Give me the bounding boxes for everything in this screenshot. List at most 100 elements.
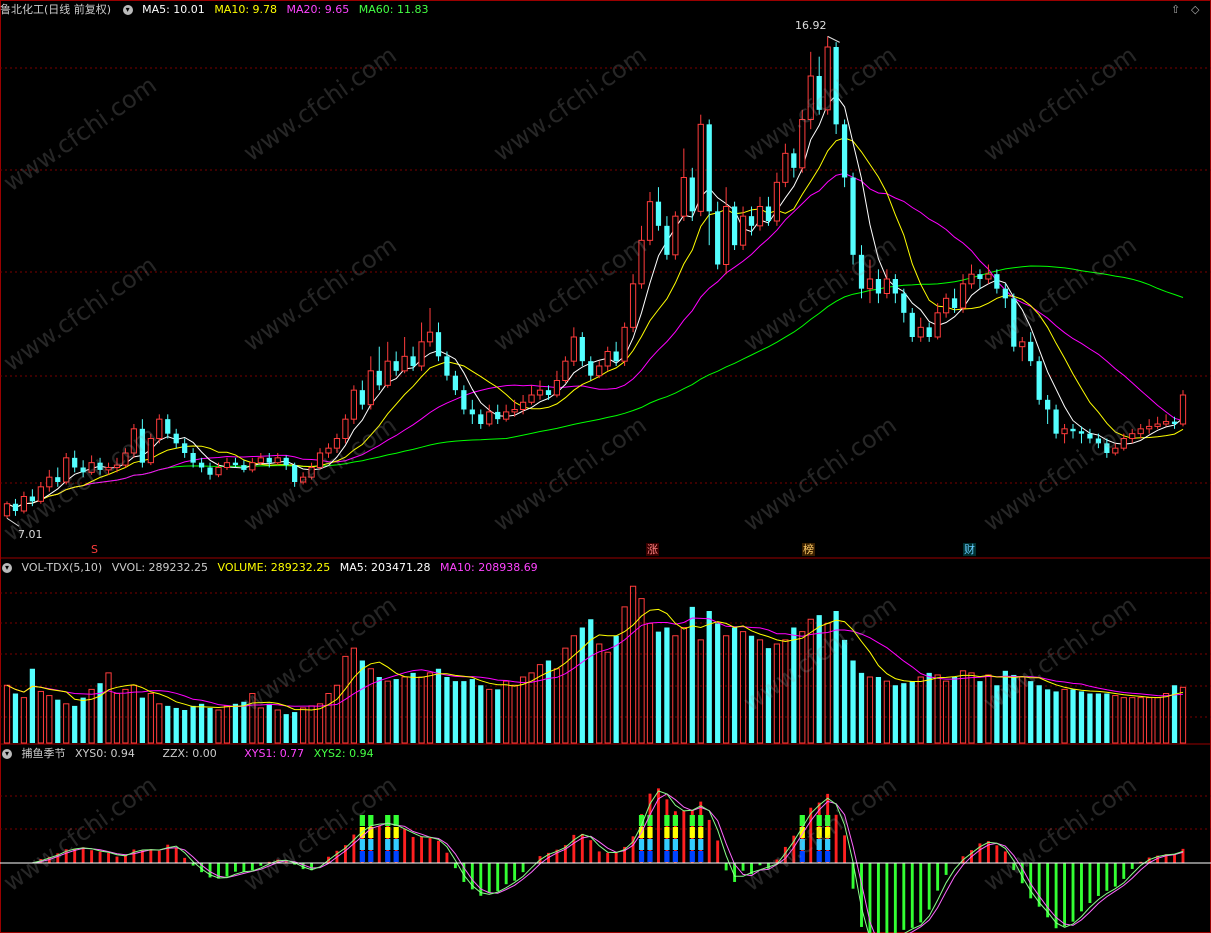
volume-bar: [503, 680, 510, 744]
candle-body: [782, 152, 789, 183]
stock-chart[interactable]: [0, 0, 1211, 933]
candle-body: [553, 380, 561, 396]
volume-bar: [1179, 686, 1187, 744]
indicator-block: [689, 815, 695, 826]
stock-title: 鲁北化工(日线 前复权): [0, 3, 112, 16]
indicator-block: [816, 815, 822, 826]
candle-body: [1171, 421, 1178, 424]
candle-body: [664, 225, 670, 255]
volume-bar: [629, 585, 637, 744]
candle-body: [1179, 394, 1187, 425]
candle-body: [207, 467, 213, 475]
candle-body: [866, 278, 874, 290]
candle-body: [934, 312, 941, 338]
indicator-block: [825, 827, 831, 838]
ma60-readout: MA60: 11.83: [358, 3, 429, 16]
indicator-toggle-icon[interactable]: ▾: [2, 749, 12, 759]
zhang-marker[interactable]: 涨: [646, 543, 659, 556]
volume-bar: [917, 676, 924, 744]
ma10-readout: MA10: 9.78: [214, 3, 278, 16]
volume-bar: [12, 693, 19, 743]
candle-body: [715, 211, 721, 265]
bang-marker[interactable]: 榜: [802, 543, 815, 556]
volume-bar: [664, 627, 670, 743]
candle-body: [435, 332, 442, 357]
caibao-marker[interactable]: 财: [963, 543, 976, 556]
candle-body: [165, 419, 171, 434]
ma5-readout: MA5: 10.01: [142, 3, 205, 16]
volume-bar: [994, 685, 1000, 743]
volume-bar: [706, 611, 712, 743]
candle-body: [20, 496, 28, 512]
candle-body: [994, 274, 1000, 289]
indicator-block: [664, 815, 670, 826]
indicator-block: [698, 851, 704, 862]
volume-bar: [680, 627, 687, 744]
diamond-icon[interactable]: ◇: [1191, 3, 1199, 16]
candle-body: [655, 201, 662, 226]
candle-body: [1095, 438, 1102, 444]
vol-ma5-readout: MA5: 203471.28: [339, 561, 431, 574]
indicator-block: [638, 851, 645, 862]
candle-body: [588, 361, 594, 376]
volume-toggle-icon[interactable]: ▾: [2, 563, 12, 573]
volume-bar: [190, 705, 196, 743]
candle-body: [1036, 361, 1042, 400]
candle-body: [384, 360, 391, 386]
volume-bar: [909, 681, 915, 743]
volume-bar: [435, 668, 442, 743]
candle-body: [3, 503, 11, 517]
indicator-block: [689, 851, 695, 862]
volume-bar: [232, 703, 239, 743]
candle-body: [1061, 428, 1068, 435]
candle-body: [401, 355, 408, 372]
indicator-block: [799, 851, 805, 862]
candle-body: [1045, 399, 1051, 410]
volume-bar: [1129, 697, 1136, 744]
volume-bar: [892, 685, 898, 743]
candle-body: [393, 361, 399, 371]
volume-bar: [266, 703, 272, 743]
ma20-readout: MA20: 9.65: [286, 3, 350, 16]
s-marker[interactable]: S: [90, 543, 99, 556]
volume-bar: [486, 688, 493, 744]
candle-body: [1070, 428, 1076, 432]
indicator-block: [689, 827, 695, 838]
candle-body: [46, 476, 53, 488]
volume-bar: [367, 668, 374, 744]
volume-bar: [739, 631, 747, 744]
volume-bar: [122, 688, 129, 744]
candle-body: [1146, 425, 1153, 430]
volume-bar: [959, 670, 967, 744]
volume-bar: [697, 639, 704, 744]
candle-body: [37, 486, 44, 502]
indicator-block: [359, 839, 365, 850]
candle-body: [841, 124, 848, 178]
candle-body: [173, 433, 179, 444]
volume-bar: [1061, 688, 1068, 744]
volume-bar: [29, 668, 36, 743]
scroll-up-icon[interactable]: ⇧: [1171, 3, 1180, 16]
candle-body: [1129, 433, 1136, 439]
indicator-block: [825, 851, 831, 862]
volume-bar: [333, 684, 341, 744]
candle-body: [359, 390, 365, 405]
candle-body: [1002, 288, 1008, 299]
volume-bar: [461, 681, 467, 743]
volume-bar: [359, 660, 365, 743]
volume-bar: [308, 705, 315, 744]
volume-bar: [748, 635, 755, 743]
volume-bar: [816, 615, 822, 743]
volume-bar: [883, 680, 891, 744]
volume-indicator-name[interactable]: VOL-TDX(5,10): [22, 561, 103, 574]
candle-body: [926, 327, 932, 337]
candle-body: [1019, 341, 1026, 348]
volume-bar: [283, 714, 289, 743]
panel-toggle-icon[interactable]: ▾: [122, 5, 133, 15]
volume-bar: [274, 709, 281, 744]
indicator-name[interactable]: 捕鱼季节: [22, 747, 66, 760]
candle-body: [1162, 421, 1170, 425]
volume-bar: [1011, 674, 1017, 743]
candle-body: [122, 452, 129, 466]
volume-bar: [799, 631, 806, 744]
